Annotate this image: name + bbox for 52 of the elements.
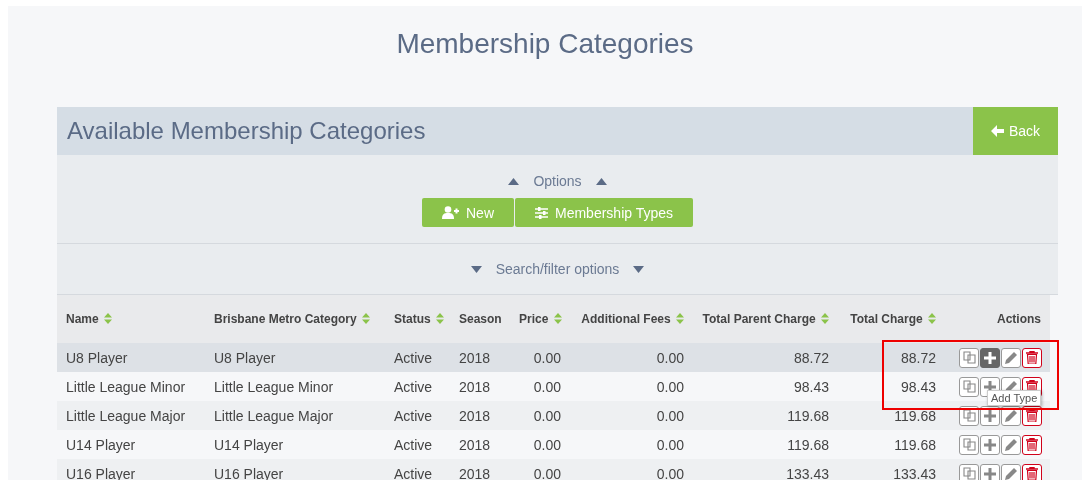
table-cell: 2018: [450, 459, 510, 480]
column-header: Season: [450, 295, 510, 343]
table-cell: 98.43: [838, 372, 945, 401]
table-cell: 88.72: [838, 343, 945, 372]
table-cell: 88.72: [693, 343, 838, 372]
column-header[interactable]: Brisbane Metro Category: [205, 295, 385, 343]
column-header[interactable]: Additional Fees: [570, 295, 693, 343]
table-cell: Little League Major: [205, 401, 385, 430]
table-cell: 0.00: [510, 372, 570, 401]
column-header[interactable]: Total Parent Charge: [693, 295, 838, 343]
table-cell: 0.00: [570, 459, 693, 480]
tooltip: Add Type: [987, 390, 1042, 406]
table-cell: Little League Minor: [205, 372, 385, 401]
table-cell: 0.00: [570, 430, 693, 459]
table-cell: 119.68: [693, 430, 838, 459]
card-title: Available Membership Categories: [66, 117, 426, 145]
table-cell: 0.00: [570, 401, 693, 430]
table-cell: U8 Player: [205, 343, 385, 372]
table-cell: 2018: [450, 430, 510, 459]
table-cell: 2018: [450, 372, 510, 401]
table-cell: 119.68: [693, 401, 838, 430]
table-cell: Active: [385, 430, 450, 459]
column-header[interactable]: Status: [385, 295, 450, 343]
table-cell: U8 Player: [57, 343, 205, 372]
table-cell: 98.43: [693, 372, 838, 401]
table-cell: U14 Player: [205, 430, 385, 459]
table-cell: 2018: [450, 343, 510, 372]
table-cell: 119.68: [838, 430, 945, 459]
table-cell: 133.43: [693, 459, 838, 480]
column-header[interactable]: Name: [57, 295, 205, 343]
table-cell: Active: [385, 372, 450, 401]
table-cell: 0.00: [570, 372, 693, 401]
column-header[interactable]: Total Charge: [838, 295, 945, 343]
table-cell: Active: [385, 401, 450, 430]
table-cell: Little League Minor: [57, 372, 205, 401]
table-cell: 133.43: [838, 459, 945, 480]
search-filter-toggle[interactable]: Search/filter options: [495, 261, 620, 277]
table-cell: U14 Player: [57, 430, 205, 459]
table-cell: 0.00: [570, 343, 693, 372]
table-cell: 2018: [450, 401, 510, 430]
table-cell: 0.00: [510, 401, 570, 430]
table-cell: Active: [385, 459, 450, 480]
table-cell: 0.00: [510, 343, 570, 372]
options-toggle[interactable]: Options: [533, 173, 582, 189]
table-cell: 119.68: [838, 401, 945, 430]
column-header[interactable]: Price: [510, 295, 570, 343]
table-cell: 0.00: [510, 430, 570, 459]
table-cell: 0.00: [510, 459, 570, 480]
table-cell: Active: [385, 343, 450, 372]
table-cell: Little League Major: [57, 401, 205, 430]
page-title: Membership Categories: [395, 28, 695, 61]
column-header: Actions: [945, 295, 1050, 343]
